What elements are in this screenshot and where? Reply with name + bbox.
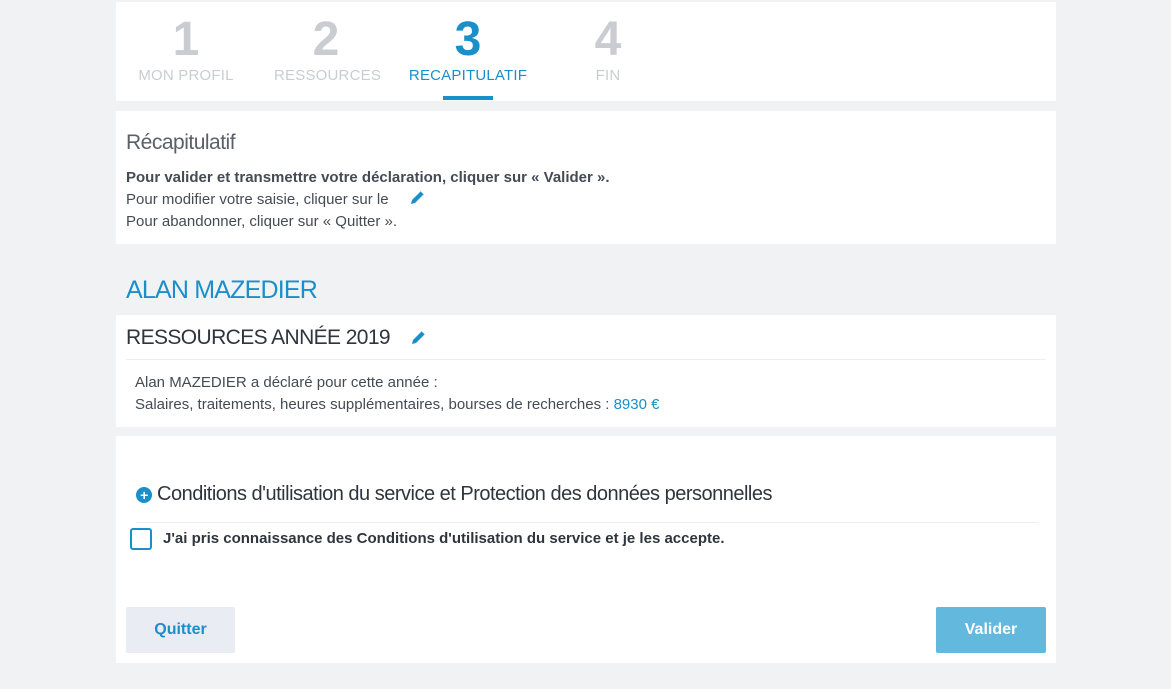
declared-line: Alan MAZEDIER a déclaré pour cette année… [135, 374, 438, 391]
plus-circle-icon[interactable]: + [136, 486, 152, 503]
step-label: RESSOURCES [274, 67, 382, 84]
step-label: RECAPITULATIF [408, 67, 528, 84]
conditions-panel: + Conditions d'utilisation du service et… [116, 436, 1056, 663]
validate-button[interactable]: Valider [936, 607, 1046, 653]
income-label: Salaires, traitements, heures supplément… [135, 396, 610, 413]
income-line: Salaires, traitements, heures supplément… [135, 394, 659, 416]
resources-title: RESSOURCES ANNÉE 2019 [126, 326, 391, 349]
instruction-validate: Pour valider et transmettre votre déclar… [126, 169, 610, 186]
edit-resources-pencil-icon[interactable] [410, 330, 428, 346]
active-step-indicator [443, 96, 493, 100]
conditions-toggle[interactable]: + Conditions d'utilisation du service et… [136, 483, 773, 506]
step-label: MON PROFIL [138, 67, 234, 84]
instruction-modify-text: Pour modifier votre saisie, cliquer sur … [126, 191, 389, 208]
step-3: 3 RECAPITULATIF [406, 14, 530, 84]
quit-button[interactable]: Quitter [126, 607, 235, 653]
divider [136, 522, 1038, 523]
conditions-title: Conditions d'utilisation du service et P… [157, 483, 773, 505]
step-number: 1 [172, 13, 200, 66]
progress-stepper: 1 MON PROFIL 2 RESSOURCES 3 RECAPITULATI… [116, 2, 1056, 101]
resources-details: Alan MAZEDIER a déclaré pour cette année… [135, 372, 659, 416]
pencil-icon [409, 190, 427, 206]
step-label: FIN [595, 67, 621, 84]
resources-panel: RESSOURCES ANNÉE 2019 Alan MAZEDIER a dé… [116, 315, 1056, 427]
recap-title: Récapitulatif [126, 131, 236, 154]
step-2: 2 RESSOURCES [274, 13, 382, 84]
step-4: 4 FIN [578, 14, 638, 84]
person-name: ALAN MAZEDIER [126, 276, 318, 304]
accept-conditions-checkbox[interactable] [130, 528, 152, 550]
accept-conditions-label[interactable]: J'ai pris connaissance des Conditions d'… [163, 530, 725, 547]
step-number: 3 [454, 13, 482, 66]
instruction-modify: Pour modifier votre saisie, cliquer sur … [126, 189, 1046, 211]
step-number: 4 [594, 13, 622, 66]
resources-header: RESSOURCES ANNÉE 2019 [126, 325, 1046, 360]
instruction-quit: Pour abandonner, cliquer sur « Quitter »… [126, 213, 397, 230]
step-1: 1 MON PROFIL [138, 14, 234, 84]
income-amount: 8930 € [613, 396, 660, 413]
step-number: 2 [312, 13, 340, 66]
recap-panel: Récapitulatif Pour valider et transmettr… [116, 111, 1056, 244]
